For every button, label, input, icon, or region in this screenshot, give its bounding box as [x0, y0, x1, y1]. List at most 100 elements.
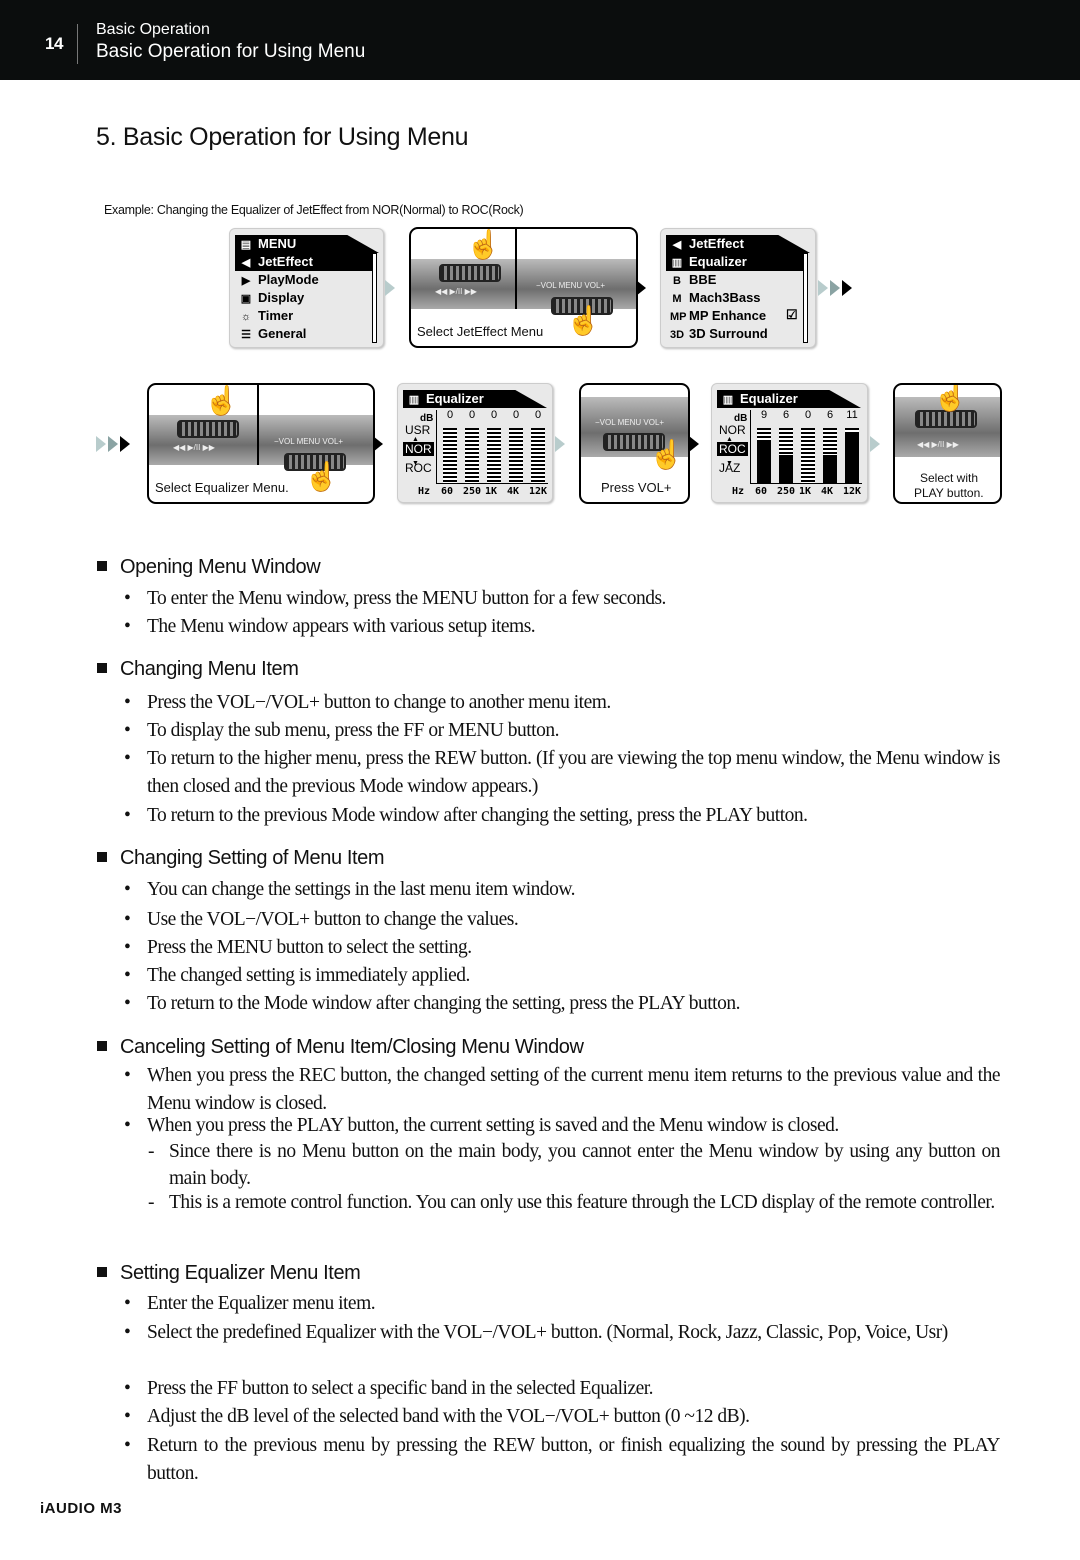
- speaker-icon: ◀: [672, 239, 682, 251]
- step-arrow: [555, 436, 565, 452]
- section-heading-text: Opening Menu Window: [120, 556, 321, 578]
- bullet-dot-icon: •: [124, 692, 131, 713]
- bullet-text: When you press the REC button, the chang…: [147, 1065, 1001, 1114]
- bullet-dot-icon: •: [124, 965, 131, 986]
- menu-title-bar: ▤ MENU: [235, 235, 379, 253]
- header-section: Basic Operation: [96, 21, 210, 38]
- page-number: 14: [45, 34, 63, 53]
- bullet-item: • Select the predefined Equalizer with th…: [124, 1319, 1000, 1347]
- band-label-12k: 12K: [529, 486, 548, 497]
- menu-item-timer[interactable]: ☼ Timer: [235, 307, 293, 325]
- bullet-text: Press the VOL−/VOL+ button to change to …: [147, 692, 611, 713]
- preset-roc[interactable]: ROC: [403, 461, 434, 475]
- bullet-dot-icon: •: [124, 805, 131, 826]
- band-label-1k: 1K: [485, 486, 498, 497]
- scrollbar[interactable]: [372, 253, 377, 343]
- bullet-item: • Return to the previous menu by pressing…: [124, 1432, 1001, 1488]
- scroll-wheel[interactable]: [439, 264, 501, 282]
- bullet-text: The changed setting is immediately appli…: [147, 965, 470, 986]
- menu-item-jeteffect[interactable]: ◀ JetEffect: [235, 253, 372, 271]
- eq-band-level-60: [757, 442, 771, 483]
- eq-band-4k[interactable]: [509, 428, 523, 483]
- section-heading: Changing Setting of Menu Item: [97, 847, 385, 870]
- preset-jaz[interactable]: JAZ: [717, 461, 742, 475]
- step-caption: Select JetEffect Menu: [417, 324, 544, 339]
- bullet-item: • To return to the previous Mode window a…: [124, 802, 1000, 830]
- menu-item-label: Display: [258, 290, 305, 305]
- square-bullet-icon: [97, 1267, 107, 1277]
- menu-item-label: General: [258, 326, 307, 341]
- bullet-item: • The changed setting is immediately appl…: [124, 962, 1000, 990]
- menu-item-3d-surround[interactable]: 3D 3D Surround: [666, 325, 768, 343]
- section-heading-text: Changing Menu Item: [120, 658, 299, 680]
- example-caption: Example: Changing the Equalizer of JetEf…: [104, 203, 524, 217]
- band-label-4k: 4K: [507, 486, 520, 497]
- band-label-250: 250: [463, 486, 482, 497]
- menu-item-mp-enhance[interactable]: MP MP Enhance: [666, 307, 766, 325]
- bullet-item: • Press the VOL−/VOL+ button to change to…: [124, 689, 1000, 717]
- bullet-text: You can change the settings in the last …: [147, 879, 576, 900]
- pointing-hand-icon: ☝: [933, 383, 968, 412]
- page-title: 5. Basic Operation for Using Menu: [96, 123, 469, 151]
- eq-band-60[interactable]: [443, 428, 457, 483]
- checkbox-checked-icon[interactable]: ☑: [786, 307, 798, 323]
- dash-bullet-icon: -: [148, 1192, 155, 1213]
- bullet-text: To return to the previous Mode window af…: [147, 805, 808, 826]
- section-heading: Canceling Setting of Menu Item/Closing M…: [97, 1036, 584, 1059]
- bullet-dot-icon: •: [124, 1406, 131, 1427]
- panel-divider: [257, 385, 259, 465]
- scroll-wheel[interactable]: [177, 420, 239, 438]
- sub-bullet-item: - Since there is no Menu button on the ma…: [148, 1138, 1001, 1192]
- step-arrow: [108, 436, 118, 452]
- menu-item-label: Equalizer: [689, 254, 747, 269]
- timer-icon: ☼: [240, 311, 252, 323]
- equalizer-lcd-normal: ▥ Equalizer dB USR NOR ▲ ▼ ROC 0 60 0 250 0 1K 0 4K 0 12K…: [397, 383, 553, 503]
- general-icon: ☰: [241, 329, 251, 341]
- bullet-dot-icon: •: [124, 909, 131, 930]
- menu-item-playmode[interactable]: ▶ PlayMode: [235, 271, 319, 289]
- x-axis: [436, 483, 548, 484]
- device-illustration-select-play: ◀◀ ▶/II ▶▶ ☝ Select with PLAY button.: [893, 383, 1002, 504]
- eq-band-level-12k: [845, 433, 859, 483]
- step-arrow: [870, 436, 880, 452]
- eq-band-1k[interactable]: [801, 428, 815, 483]
- menu-item-equalizer[interactable]: ▥ Equalizer: [666, 253, 803, 271]
- y-axis: [750, 410, 751, 484]
- equalizer-title: Equalizer: [740, 391, 798, 406]
- bullet-item: • To return to the higher menu, press the…: [124, 745, 1001, 801]
- band-label-4k: 4K: [821, 486, 834, 497]
- step-arrow: [830, 280, 840, 296]
- step-caption-line2: PLAY button.: [914, 486, 984, 500]
- eq-band-12k[interactable]: [531, 428, 545, 483]
- scroll-wheel[interactable]: [915, 410, 977, 428]
- menu-item-general[interactable]: ☰ General: [235, 325, 306, 343]
- bullet-dot-icon: •: [124, 616, 131, 637]
- bullet-item: • To return to the Mode window after chan…: [124, 990, 1000, 1018]
- scrollbar[interactable]: [803, 253, 808, 343]
- sub-bullet-item: - This is a remote control function. You …: [148, 1189, 1000, 1216]
- header-divider: [77, 24, 78, 64]
- bullet-dot-icon: •: [124, 588, 131, 609]
- playback-controls: ◀◀ ▶/II ▶▶: [435, 287, 477, 296]
- pointing-hand-icon: ☝: [204, 385, 239, 416]
- equalizer-title: Equalizer: [426, 391, 484, 406]
- bullet-item: • When you press the REC button, the chan…: [124, 1062, 1001, 1118]
- band-value-12k: 0: [534, 409, 542, 421]
- bullet-dot-icon: •: [124, 993, 131, 1014]
- menu-item-display[interactable]: ▣ Display: [235, 289, 304, 307]
- eq-band-1k[interactable]: [487, 428, 501, 483]
- bullet-text: Return to the previous menu by pressing …: [147, 1435, 1001, 1484]
- pointing-hand-icon: ☝: [649, 439, 684, 470]
- bullet-item: • To enter the Menu window, press the MEN…: [124, 585, 1000, 613]
- display-icon: ▣: [240, 293, 252, 305]
- bullet-text: When you press the PLAY button, the curr…: [147, 1115, 839, 1136]
- menu-item-bbe[interactable]: B BBE: [666, 271, 716, 289]
- eq-band-250[interactable]: [465, 428, 479, 483]
- band-label-60: 60: [755, 486, 768, 497]
- menu-item-mach3bass[interactable]: M Mach3Bass: [666, 289, 760, 307]
- menu-title: MENU: [258, 236, 297, 251]
- bullet-item: • Use the VOL−/VOL+ button to change the …: [124, 906, 1000, 934]
- mp-enhance-icon: MP: [670, 311, 687, 323]
- band-label-60: 60: [441, 486, 454, 497]
- clipboard-icon: ▤: [240, 239, 252, 251]
